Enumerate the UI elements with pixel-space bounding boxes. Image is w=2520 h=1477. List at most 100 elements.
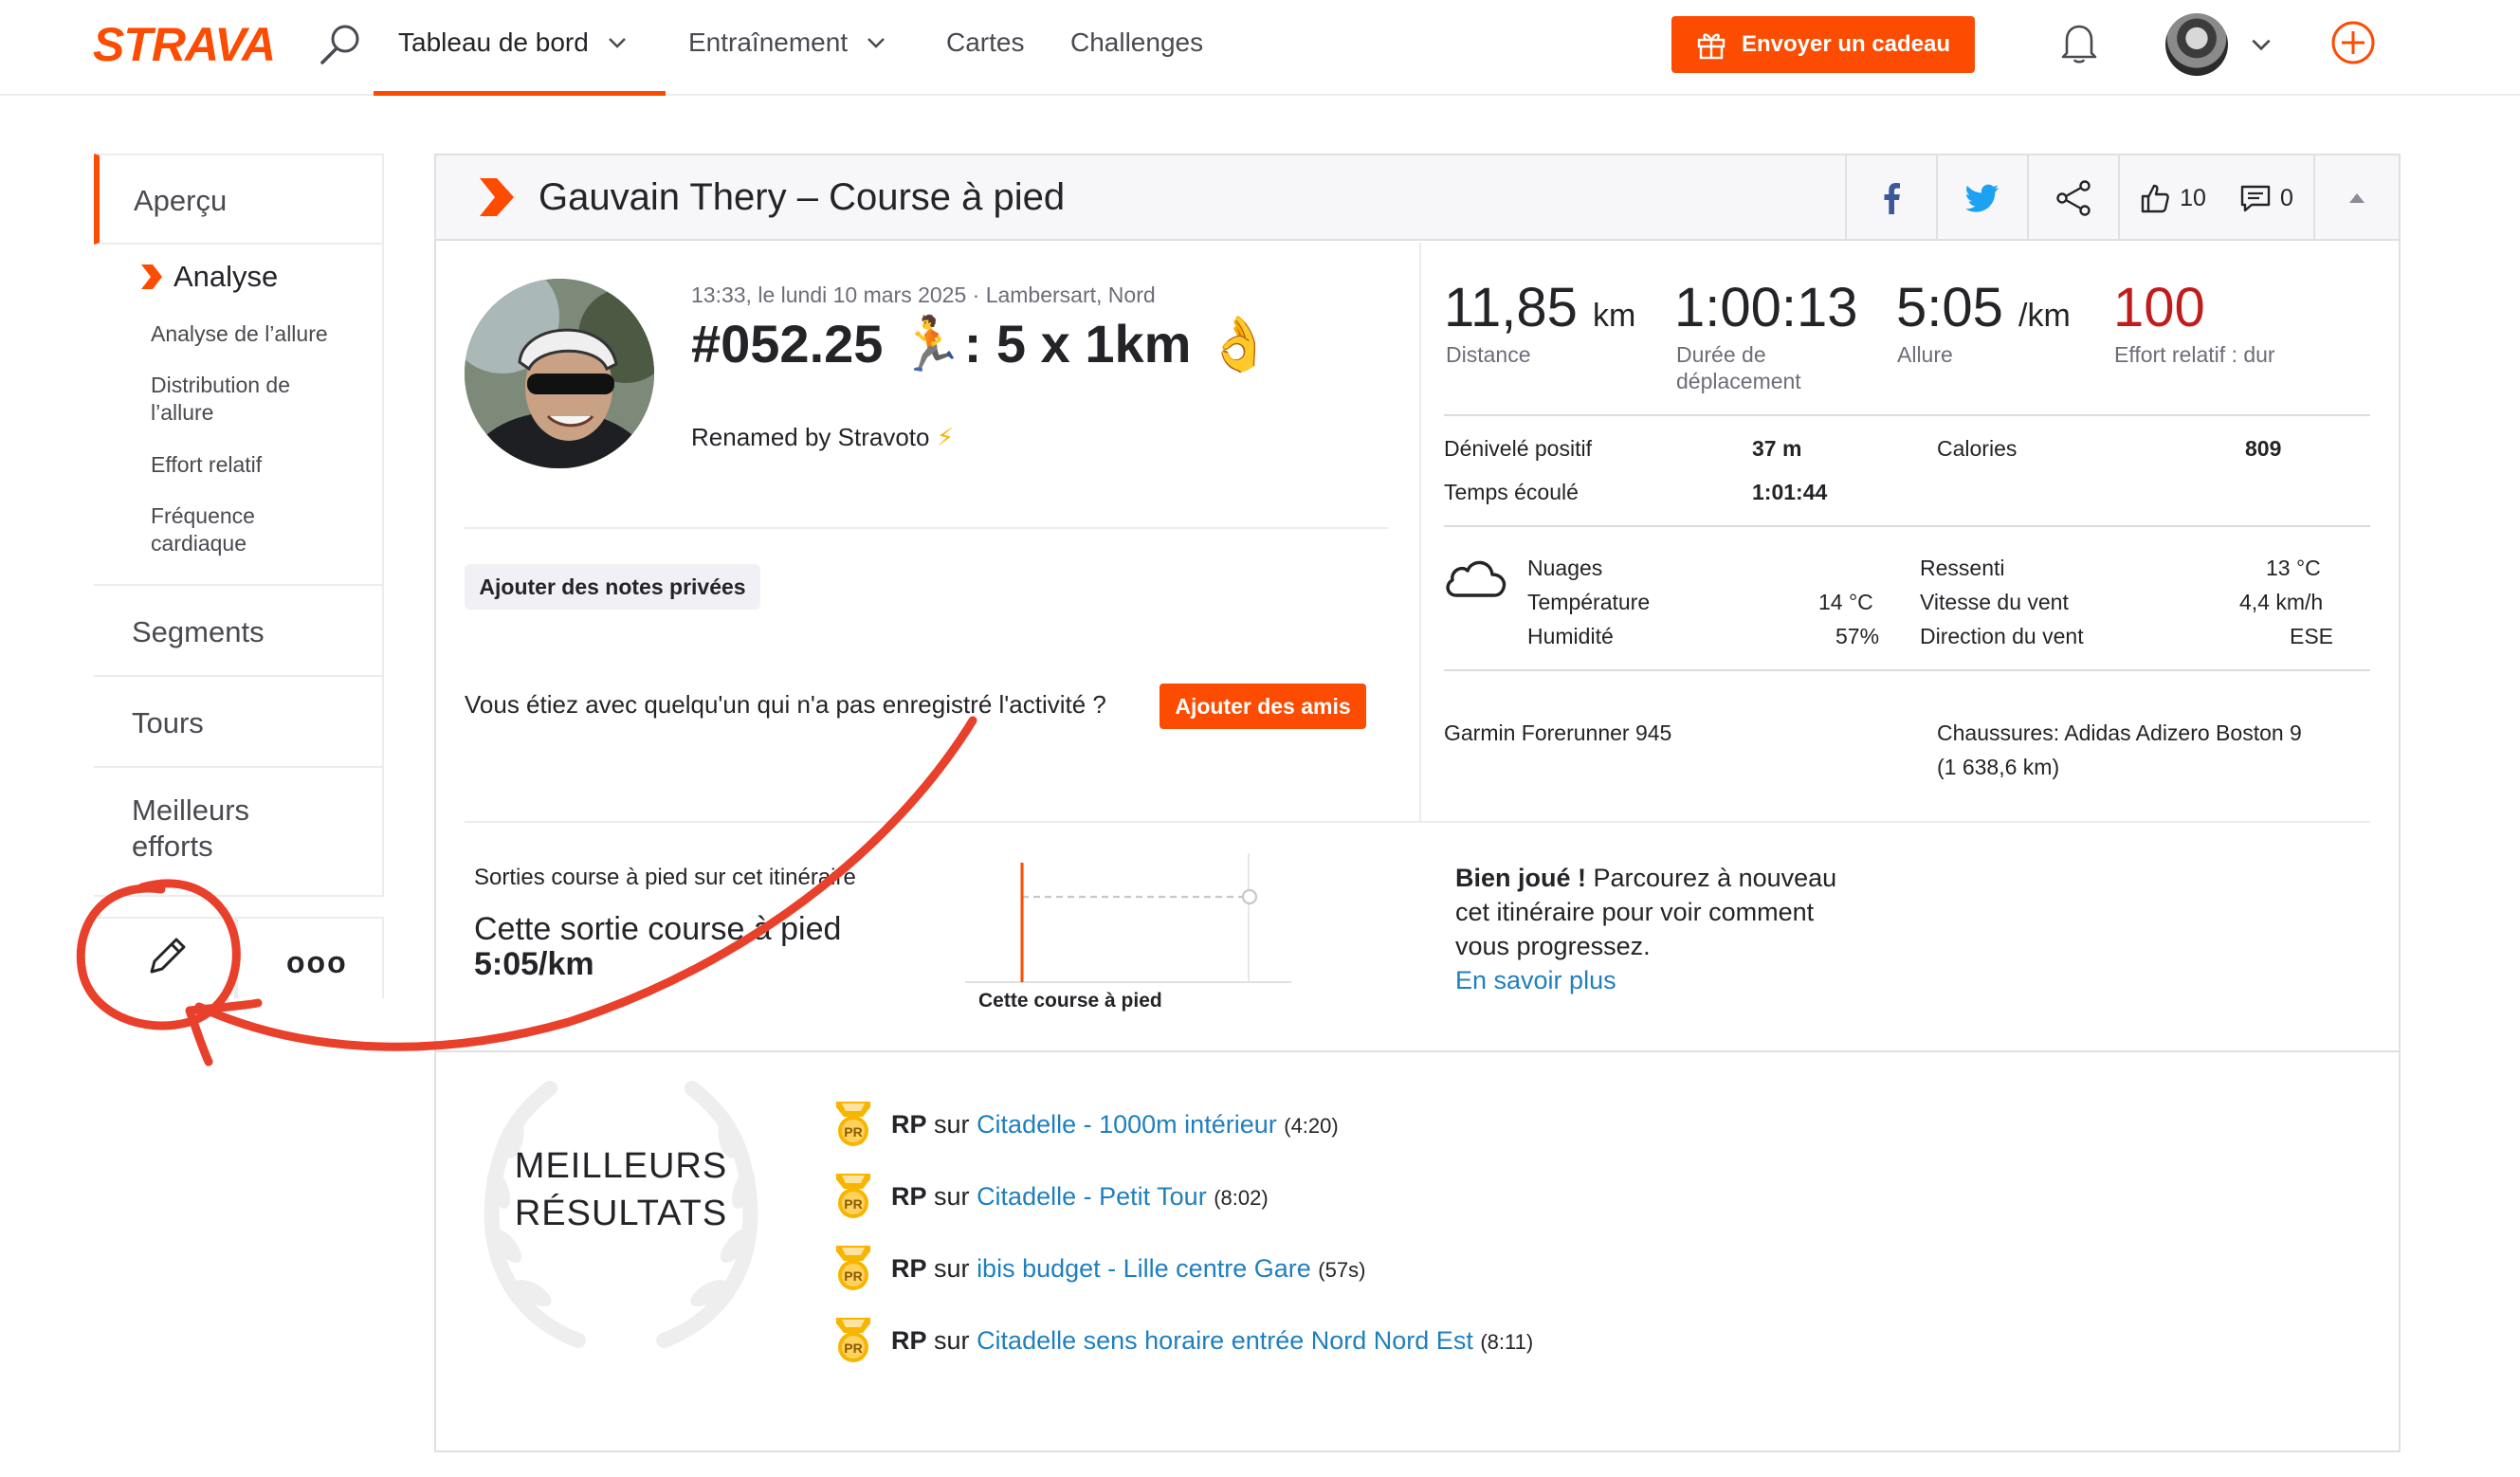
cloud-icon (1446, 560, 1507, 597)
shoes-name[interactable]: Chaussures: Adidas Adizero Boston 9 (1937, 720, 2302, 746)
send-gift-label: Envoyer un cadeau (1741, 31, 1951, 57)
sidebar-laps-label: Tours (132, 706, 204, 739)
search-icon[interactable] (317, 21, 364, 68)
activity-description: Renamed by Stravoto ⚡ (691, 423, 954, 452)
comment-icon (2240, 185, 2271, 212)
pr-on: sur (934, 1253, 970, 1283)
pr-on: sur (934, 1109, 970, 1139)
share-button[interactable] (2027, 155, 2118, 241)
humidity-label: Humidité (1527, 624, 1614, 648)
chevron-down-icon (608, 38, 626, 48)
sidebar-item-pace-distribution[interactable]: Distribution de l’allure (151, 372, 340, 427)
stat-relative-effort-value[interactable]: 100 (2113, 275, 2205, 341)
pr-text: RP sur ibis budget - Lille centre Gare (… (891, 1254, 1365, 1284)
add-friends-button[interactable]: Ajouter des amis (1160, 684, 1366, 729)
segment-link[interactable]: Citadelle - Petit Tour (977, 1182, 1207, 1211)
pr-prefix: RP (891, 1253, 927, 1283)
route-message-bold: Bien joué ! (1455, 864, 1587, 892)
strava-logo[interactable]: STRAVA (93, 21, 276, 68)
caret-up-icon (2349, 193, 2365, 203)
bolt-icon: ⚡ (936, 423, 954, 451)
comments-count: 0 (2279, 184, 2293, 211)
chevron-right-icon (141, 264, 162, 289)
kudos-button[interactable]: 10 (2140, 183, 2206, 213)
athlete-avatar[interactable] (465, 279, 654, 468)
activity-name: #052.25 🏃: 5 x 1km 👌 (691, 314, 1272, 374)
elevation-value: 37 m (1752, 436, 1802, 461)
nav-challenges[interactable]: Challenges (1070, 27, 1203, 59)
share-facebook-button[interactable] (1845, 155, 1936, 241)
share-twitter-button[interactable] (1936, 155, 2027, 241)
elevation-label: Dénivelé positif (1444, 436, 1592, 461)
pr-medal-icon: PR (836, 1318, 870, 1362)
kudos-comments-group: 10 0 (2118, 155, 2313, 241)
sidebar-item-analysis[interactable]: Analyse (139, 260, 278, 294)
sidebar-item-relative-effort[interactable]: Effort relatif (151, 451, 340, 479)
facebook-icon (1884, 183, 1900, 214)
best-results-title: MEILLEURS RÉSULTATS (512, 1142, 730, 1237)
add-private-notes-button[interactable]: Ajouter des notes privées (465, 564, 760, 610)
share-icon (2056, 180, 2091, 216)
vertical-divider (1419, 243, 1421, 821)
pr-prefix: RP (891, 1325, 927, 1355)
divider (1444, 669, 2370, 671)
sidebar-item-segments[interactable]: Segments (94, 586, 384, 677)
segment-link[interactable]: Citadelle - 1000m intérieur (977, 1110, 1277, 1139)
sidebar-section-analysis: Analyse Analyse de l’allure Distribution… (94, 245, 384, 586)
pace-number: 5:05 (1896, 277, 2003, 338)
pr-time: (57s) (1318, 1257, 1366, 1282)
segment-link[interactable]: ibis budget - Lille centre Gare (977, 1254, 1311, 1283)
humidity-value: 57% (1835, 624, 1880, 648)
best-results-title-line2: RÉSULTATS (514, 1194, 728, 1233)
pr-row: PR RP sur Citadelle - Petit Tour (8:02) (832, 1172, 1269, 1221)
pencil-icon[interactable] (142, 932, 192, 981)
route-comparison-chart (965, 853, 1291, 983)
wind-direction-label: Direction du vent (1920, 624, 2084, 648)
gift-icon (1697, 33, 1726, 60)
pr-text: RP sur Citadelle sens horaire entrée Nor… (891, 1326, 1533, 1356)
nav-dashboard[interactable]: Tableau de bord (398, 27, 629, 59)
bell-icon[interactable] (2059, 21, 2099, 64)
route-message: Bien joué ! Parcourez à nouveau cet itin… (1455, 861, 1853, 997)
pr-row: PR RP sur ibis budget - Lille centre Gar… (832, 1244, 1365, 1293)
activity-description-text: Renamed by Stravoto (691, 423, 930, 451)
divider (436, 1050, 2399, 1052)
sidebar-item-pace-analysis[interactable]: Analyse de l’allure (151, 320, 340, 348)
divider (1444, 414, 2370, 416)
sidebar-item-laps[interactable]: Tours (94, 677, 384, 768)
pr-badge-text: PR (844, 1124, 862, 1140)
pr-time: (8:11) (1480, 1329, 1534, 1354)
sidebar-item-overview[interactable]: Aperçu (94, 154, 384, 245)
pr-text: RP sur Citadelle - 1000m intérieur (4:20… (891, 1110, 1339, 1140)
distance-unit: km (1592, 298, 1636, 334)
nav-training[interactable]: Entraînement (688, 27, 887, 59)
chevron-down-icon[interactable] (2249, 32, 2273, 57)
pr-medal-icon: PR (836, 1102, 870, 1146)
thumbs-up-icon (2141, 184, 2169, 213)
activity-type-chevron-icon (480, 178, 514, 216)
wind-direction-value: ESE (2290, 624, 2334, 648)
more-icon[interactable]: ooo (286, 945, 348, 980)
route-comparison-title: Sorties course à pied sur cet itinéraire (474, 865, 856, 890)
add-circle-icon[interactable] (2330, 20, 2376, 65)
segment-link[interactable]: Citadelle sens horaire entrée Nord Nord … (977, 1326, 1473, 1355)
route-comparison-subtitle: Cette sortie course à pied (474, 911, 842, 947)
user-avatar[interactable] (2165, 13, 2228, 76)
pr-prefix: RP (891, 1109, 927, 1139)
with-others-prompt: Vous étiez avec quelqu'un qui n'a pas en… (465, 690, 1106, 719)
pr-row: PR RP sur Citadelle - 1000m intérieur (4… (832, 1100, 1339, 1149)
pr-medal-icon: PR (836, 1246, 870, 1290)
activity-title: Gauvain Thery – Course à pied (539, 176, 1066, 218)
nav-maps[interactable]: Cartes (946, 27, 1024, 59)
pr-prefix: RP (891, 1181, 927, 1211)
learn-more-link[interactable]: En savoir plus (1455, 963, 1853, 997)
sidebar-item-best-efforts[interactable]: Meilleurs efforts (94, 768, 384, 897)
stat-moving-time-value: 1:00:13 (1674, 277, 1858, 338)
stat-relative-effort-label: Effort relatif : dur (2114, 342, 2275, 367)
send-gift-button[interactable]: Envoyer un cadeau (1671, 16, 1975, 73)
elapsed-value: 1:01:44 (1752, 480, 1828, 504)
comments-button[interactable]: 0 (2240, 184, 2293, 212)
pr-row: PR RP sur Citadelle sens horaire entrée … (832, 1316, 1533, 1365)
collapse-button[interactable] (2313, 155, 2399, 241)
sidebar-item-heart-rate[interactable]: Fréquence cardiaque (151, 502, 340, 557)
